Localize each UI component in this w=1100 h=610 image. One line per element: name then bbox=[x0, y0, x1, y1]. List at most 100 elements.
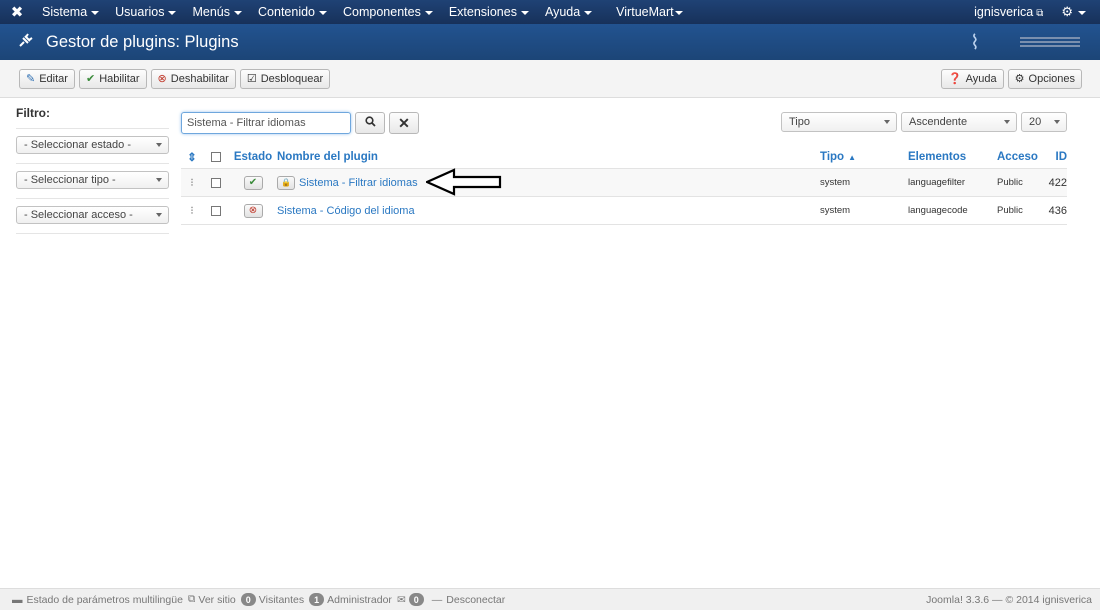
menu-virtuemart[interactable]: VirtueMart bbox=[608, 5, 690, 19]
user-site-link[interactable]: ignisverica ⧉ bbox=[974, 5, 1043, 19]
header-name[interactable]: Nombre del plugin bbox=[277, 151, 820, 163]
plugin-name-link[interactable]: Sistema - Código del idioma bbox=[277, 205, 415, 217]
menu-label: VirtueMart bbox=[616, 5, 674, 19]
search-icon bbox=[364, 116, 376, 130]
close-icon: ✕ bbox=[398, 114, 410, 131]
options-button[interactable]: ⚙ Opciones bbox=[1007, 68, 1082, 89]
element-cell: languagecode bbox=[908, 205, 968, 216]
menu-ayuda[interactable]: Ayuda bbox=[537, 5, 600, 19]
menu-label: Usuarios bbox=[115, 5, 165, 19]
comment-icon: ▬ bbox=[12, 593, 23, 606]
divider bbox=[16, 128, 169, 129]
visitors-badge: 0 bbox=[240, 593, 256, 606]
select-value: - Seleccionar tipo - bbox=[24, 174, 116, 186]
menu-componentes[interactable]: Componentes bbox=[335, 5, 441, 19]
header-access[interactable]: Acceso bbox=[997, 151, 1040, 163]
access-cell: Public bbox=[997, 205, 1023, 216]
row-check-cell bbox=[203, 205, 229, 216]
plugins-table: ⇕ Estado Nombre del plugin Tipo ▲ Element… bbox=[181, 145, 1067, 225]
chevron-down-icon bbox=[156, 143, 162, 147]
multilang-status-link[interactable]: ▬ Estado de parámetros multilingüe bbox=[12, 594, 183, 606]
toolbar: ✎ Editar ✔ Habilitar ⊗ Deshabilitar ☑ Desblo… bbox=[0, 60, 1100, 98]
header-elements[interactable]: Elementos bbox=[908, 151, 997, 163]
enabled-check-icon[interactable]: ✔ bbox=[243, 175, 263, 190]
top-navbar: ✖ Sistema Usuarios Menús Contenido Compo… bbox=[0, 0, 1100, 24]
menu-extensiones[interactable]: Extensiones bbox=[441, 5, 537, 19]
header-state[interactable]: Estado bbox=[229, 151, 277, 163]
edit-label: Editar bbox=[39, 72, 68, 85]
disable-label: Deshabilitar bbox=[170, 72, 229, 85]
row-checkbox[interactable] bbox=[211, 205, 221, 216]
chevron-down-icon bbox=[156, 213, 162, 217]
logout-link[interactable]: — Desconectar bbox=[432, 594, 505, 606]
drag-handle-icon[interactable]: ⁝ bbox=[181, 204, 203, 217]
drag-handle-icon[interactable]: ⁝ bbox=[181, 176, 203, 189]
search-input[interactable]: Sistema - Filtrar idiomas bbox=[181, 112, 351, 134]
caret-down-icon bbox=[168, 10, 177, 15]
logout-label: Desconectar bbox=[446, 593, 506, 606]
chevron-down-icon bbox=[1054, 120, 1060, 124]
disabled-x-icon[interactable]: ⊗ bbox=[243, 203, 263, 218]
edit-button[interactable]: ✎ Editar bbox=[19, 68, 75, 89]
gear-icon[interactable]: ⚙ bbox=[1061, 4, 1086, 20]
element-cell: languagefilter bbox=[908, 177, 966, 188]
header-type[interactable]: Tipo ▲ bbox=[820, 151, 908, 163]
external-link-icon: ⧉ bbox=[187, 593, 196, 605]
disable-button[interactable]: ⊗ Deshabilitar bbox=[150, 68, 236, 89]
view-site-label: Ver sitio bbox=[198, 593, 236, 606]
clear-search-button[interactable]: ✕ bbox=[389, 112, 419, 134]
state-cell: ⊗ bbox=[229, 203, 277, 218]
limit-select[interactable]: 20 bbox=[1021, 112, 1067, 132]
view-site-link[interactable]: ⧉ Ver sitio bbox=[188, 593, 236, 606]
caret-down-icon bbox=[674, 10, 683, 15]
header-id[interactable]: ID bbox=[1040, 151, 1068, 163]
help-button[interactable]: ❓ Ayuda bbox=[940, 68, 1004, 89]
site-brand-logo: ⌇ bbox=[970, 27, 1080, 57]
options-label: Opciones bbox=[1028, 72, 1075, 85]
row-checkbox[interactable] bbox=[211, 177, 221, 188]
header-name-label: Nombre del plugin bbox=[277, 150, 378, 163]
divider bbox=[16, 198, 169, 199]
enable-button[interactable]: ✔ Habilitar bbox=[78, 68, 147, 89]
search-button[interactable] bbox=[355, 112, 385, 134]
question-icon: ❓ bbox=[947, 73, 962, 85]
caret-down-icon bbox=[424, 10, 433, 15]
brand-lines bbox=[1020, 37, 1080, 47]
page-header: Gestor de plugins: Plugins ⌇ bbox=[0, 24, 1100, 60]
main-menu: Sistema Usuarios Menús Contenido Compone… bbox=[34, 5, 691, 19]
checkin-button[interactable]: ☑ Desbloquear bbox=[239, 68, 331, 89]
list-controls: Tipo Ascendente 20 bbox=[777, 112, 1067, 132]
check-all-checkbox[interactable] bbox=[211, 151, 221, 162]
filter-sidebar: Filtro: - Seleccionar estado - - Selecci… bbox=[16, 106, 169, 234]
menu-menus[interactable]: Menús bbox=[184, 5, 250, 19]
menu-label: Componentes bbox=[343, 5, 421, 19]
messages-status[interactable]: ✉ 0 bbox=[397, 593, 427, 606]
menu-usuarios[interactable]: Usuarios bbox=[107, 5, 184, 19]
select-value: Ascendente bbox=[909, 116, 968, 128]
visitors-status: 0 Visitantes bbox=[240, 593, 304, 606]
search-value: Sistema - Filtrar idiomas bbox=[187, 117, 306, 129]
select-value: - Seleccionar acceso - bbox=[24, 209, 133, 221]
state-filter-select[interactable]: - Seleccionar estado - bbox=[16, 136, 169, 154]
joomla-logo-icon[interactable]: ✖ bbox=[0, 3, 34, 21]
lock-icon[interactable]: 🔒 bbox=[277, 175, 295, 190]
sort-field-select[interactable]: Tipo bbox=[781, 112, 897, 132]
caret-down-icon bbox=[319, 10, 328, 15]
check-icon: ✔ bbox=[85, 73, 96, 85]
menu-sistema[interactable]: Sistema bbox=[34, 5, 107, 19]
chevron-down-icon bbox=[156, 178, 162, 182]
plugin-name-link[interactable]: Sistema - Filtrar idiomas bbox=[299, 177, 418, 189]
filter-title: Filtro: bbox=[16, 106, 50, 120]
menu-label: Contenido bbox=[258, 5, 316, 19]
id-cell: 422 bbox=[1048, 176, 1067, 189]
access-filter-select[interactable]: - Seleccionar acceso - bbox=[16, 206, 169, 224]
row-check-cell bbox=[203, 177, 229, 188]
sort-direction-select[interactable]: Ascendente bbox=[901, 112, 1017, 132]
header-type-label: Tipo bbox=[820, 150, 845, 163]
type-filter-select[interactable]: - Seleccionar tipo - bbox=[16, 171, 169, 189]
enable-label: Habilitar bbox=[99, 72, 140, 85]
plug-icon bbox=[18, 32, 34, 53]
menu-contenido[interactable]: Contenido bbox=[250, 5, 335, 19]
ordering-sort-icon[interactable]: ⇕ bbox=[181, 150, 203, 164]
help-label: Ayuda bbox=[965, 72, 997, 85]
